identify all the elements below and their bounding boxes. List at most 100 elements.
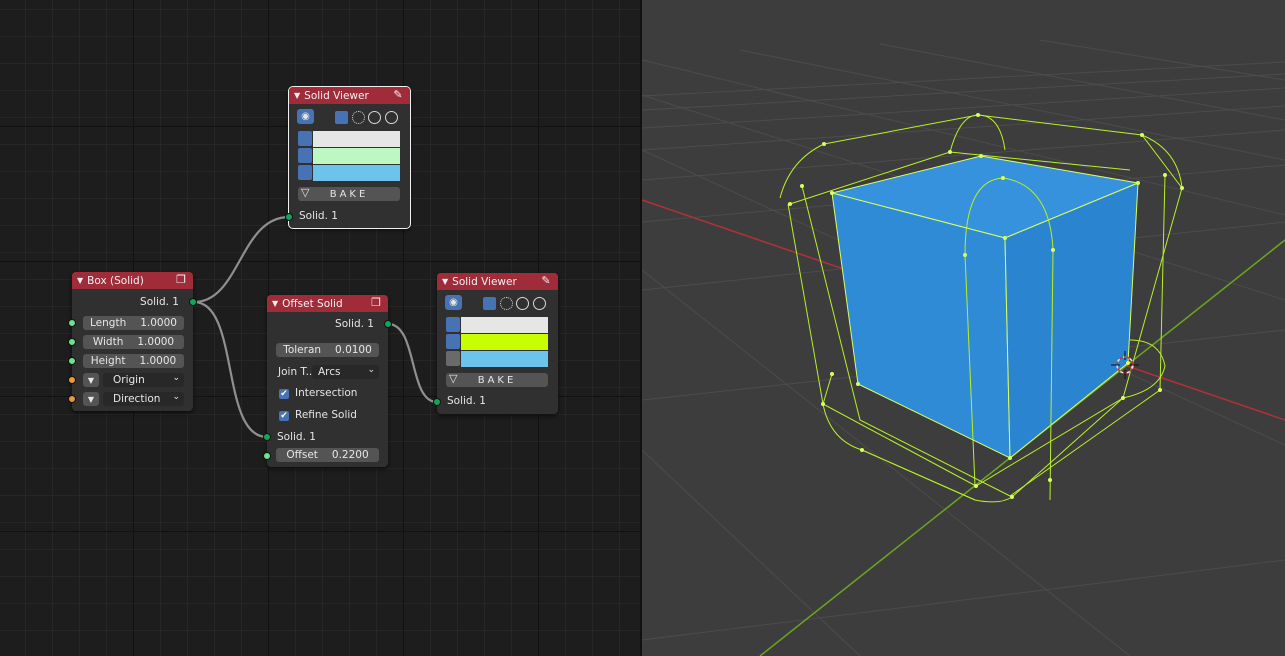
cube-face-left (831, 192, 1011, 459)
node-header[interactable]: ▼ Offset Solid ❐ (267, 295, 388, 312)
field-label: Height (90, 355, 126, 367)
node-header[interactable]: ▼ Box (Solid) ❐ (72, 272, 193, 289)
bake-label: BAKE (477, 374, 517, 386)
direction-toggle-button[interactable]: ▼ (83, 392, 99, 406)
node-copy-icon[interactable]: ❐ (175, 274, 187, 286)
solid-display-icon[interactable] (335, 111, 348, 124)
length-input-socket[interactable] (68, 319, 76, 327)
viewport-scene (642, 39, 1285, 656)
edge-color-swatch[interactable] (461, 334, 548, 350)
length-field[interactable]: Length 1.0000 (83, 316, 184, 330)
vertex-color-icon[interactable] (298, 131, 312, 146)
dropdown-label: Origin (113, 374, 145, 386)
3d-viewport[interactable] (642, 0, 1285, 656)
input-socket-label: Solid. 1 (299, 210, 338, 222)
edge-color-swatch[interactable] (313, 148, 400, 164)
node-title: Solid Viewer (304, 89, 369, 102)
field-value: 0.2200 (331, 449, 369, 461)
output-socket-label: Solid. 1 (140, 296, 179, 308)
node-header[interactable]: ▼ Solid Viewer ✎ (289, 87, 410, 104)
node-title: Box (Solid) (87, 274, 144, 287)
box-solid-node[interactable]: ▼ Box (Solid) ❐ Solid. 1 Length 1.0000 W… (72, 272, 193, 411)
link-display-icon[interactable] (385, 111, 398, 124)
face-color-icon[interactable] (298, 165, 312, 180)
link-box-to-viewer-top (193, 215, 290, 304)
bake-button[interactable]: ▽ BAKE (298, 186, 400, 201)
refine-solid-label: Refine Solid (295, 409, 357, 421)
chevron-down-icon: ⌄ (367, 365, 375, 375)
pencil-icon[interactable]: ✎ (392, 89, 404, 101)
field-label: Offset (286, 449, 318, 461)
eye-icon[interactable]: ◉ (297, 109, 314, 124)
collapse-icon[interactable]: ▼ (272, 299, 278, 308)
face-color-icon[interactable] (446, 351, 460, 366)
wire-display-icon[interactable] (500, 297, 513, 310)
width-input-socket[interactable] (68, 338, 76, 346)
intersection-label: Intersection (295, 387, 358, 399)
node-copy-icon[interactable]: ❐ (370, 297, 382, 309)
field-label: Length (90, 317, 127, 329)
pencil-icon[interactable]: ✎ (540, 275, 552, 287)
bake-options-icon[interactable]: ▽ (301, 186, 309, 199)
field-value: 1.0000 (140, 317, 177, 329)
chevron-down-icon: ⌄ (172, 392, 180, 402)
vertex-color-swatch[interactable] (461, 317, 548, 333)
node-editor[interactable]: ▼ Box (Solid) ❐ Solid. 1 Length 1.0000 W… (0, 0, 640, 656)
link-offset-to-viewer-right (387, 322, 438, 404)
field-label: Toleran (283, 344, 322, 356)
eye-icon[interactable]: ◉ (445, 295, 462, 310)
input-socket-label: Solid. 1 (447, 395, 486, 407)
origin-toggle-button[interactable]: ▼ (83, 373, 99, 387)
tolerance-field[interactable]: Toleran 0.0100 (276, 343, 379, 357)
width-field[interactable]: Width 1.0000 (83, 335, 184, 349)
shade-display-icon[interactable] (516, 297, 529, 310)
direction-dropdown[interactable]: Direction ⌄ (103, 392, 184, 406)
edge-color-icon[interactable] (298, 148, 312, 163)
input-socket-label: Solid. 1 (277, 431, 316, 443)
refine-solid-checkbox[interactable]: ✔ (279, 411, 289, 421)
collapse-icon[interactable]: ▼ (442, 277, 448, 286)
box-output-socket[interactable] (189, 298, 197, 306)
join-type-dropdown[interactable]: Arcs ⌄ (312, 365, 379, 379)
origin-input-socket[interactable] (68, 376, 76, 384)
offset-solid-input-socket[interactable] (263, 433, 271, 441)
solid-viewer-node-top[interactable]: ▼ Solid Viewer ✎ ◉ ▽ BAKE Solid. 1 (288, 86, 411, 229)
offset-solid-node[interactable]: ▼ Offset Solid ❐ Solid. 1 Toleran 0.0100… (267, 295, 388, 467)
node-header[interactable]: ▼ Solid Viewer ✎ (437, 273, 558, 290)
field-value: 0.0100 (335, 344, 372, 356)
edge-color-icon[interactable] (446, 334, 460, 349)
node-title: Offset Solid (282, 297, 343, 310)
bake-options-icon[interactable]: ▽ (449, 372, 457, 385)
wire-display-icon[interactable] (352, 111, 365, 124)
bake-button[interactable]: ▽ BAKE (446, 372, 548, 387)
collapse-icon[interactable]: ▼ (77, 276, 83, 285)
offset-output-socket[interactable] (384, 320, 392, 328)
height-input-socket[interactable] (68, 357, 76, 365)
height-field[interactable]: Height 1.0000 (83, 354, 184, 368)
direction-input-socket[interactable] (68, 395, 76, 403)
dropdown-label: Direction (113, 393, 161, 405)
shade-display-icon[interactable] (368, 111, 381, 124)
vertex-color-icon[interactable] (446, 317, 460, 332)
field-label: Width (92, 336, 124, 348)
offset-field[interactable]: Offset 0.2200 (276, 448, 379, 462)
field-value: 1.0000 (137, 336, 175, 348)
link-display-icon[interactable] (533, 297, 546, 310)
output-socket-label: Solid. 1 (335, 318, 374, 330)
face-color-swatch[interactable] (461, 351, 548, 367)
solid-viewer-node-right[interactable]: ▼ Solid Viewer ✎ ◉ ▽ BAKE Solid. 1 (437, 273, 558, 414)
join-type-label: Join T... (278, 366, 316, 378)
origin-dropdown[interactable]: Origin ⌄ (103, 373, 184, 387)
chevron-down-icon: ⌄ (172, 373, 180, 383)
offset-value-input-socket[interactable] (263, 452, 271, 460)
face-color-swatch[interactable] (313, 165, 400, 181)
node-title: Solid Viewer (452, 275, 517, 288)
solid-display-icon[interactable] (483, 297, 496, 310)
link-box-to-offset (193, 300, 268, 439)
intersection-checkbox[interactable]: ✔ (279, 389, 289, 399)
viewer-right-input-socket[interactable] (433, 398, 441, 406)
collapse-icon[interactable]: ▼ (294, 91, 300, 100)
field-value: 1.0000 (139, 355, 177, 367)
vertex-color-swatch[interactable] (313, 131, 400, 147)
viewer-top-input-socket[interactable] (285, 213, 293, 221)
